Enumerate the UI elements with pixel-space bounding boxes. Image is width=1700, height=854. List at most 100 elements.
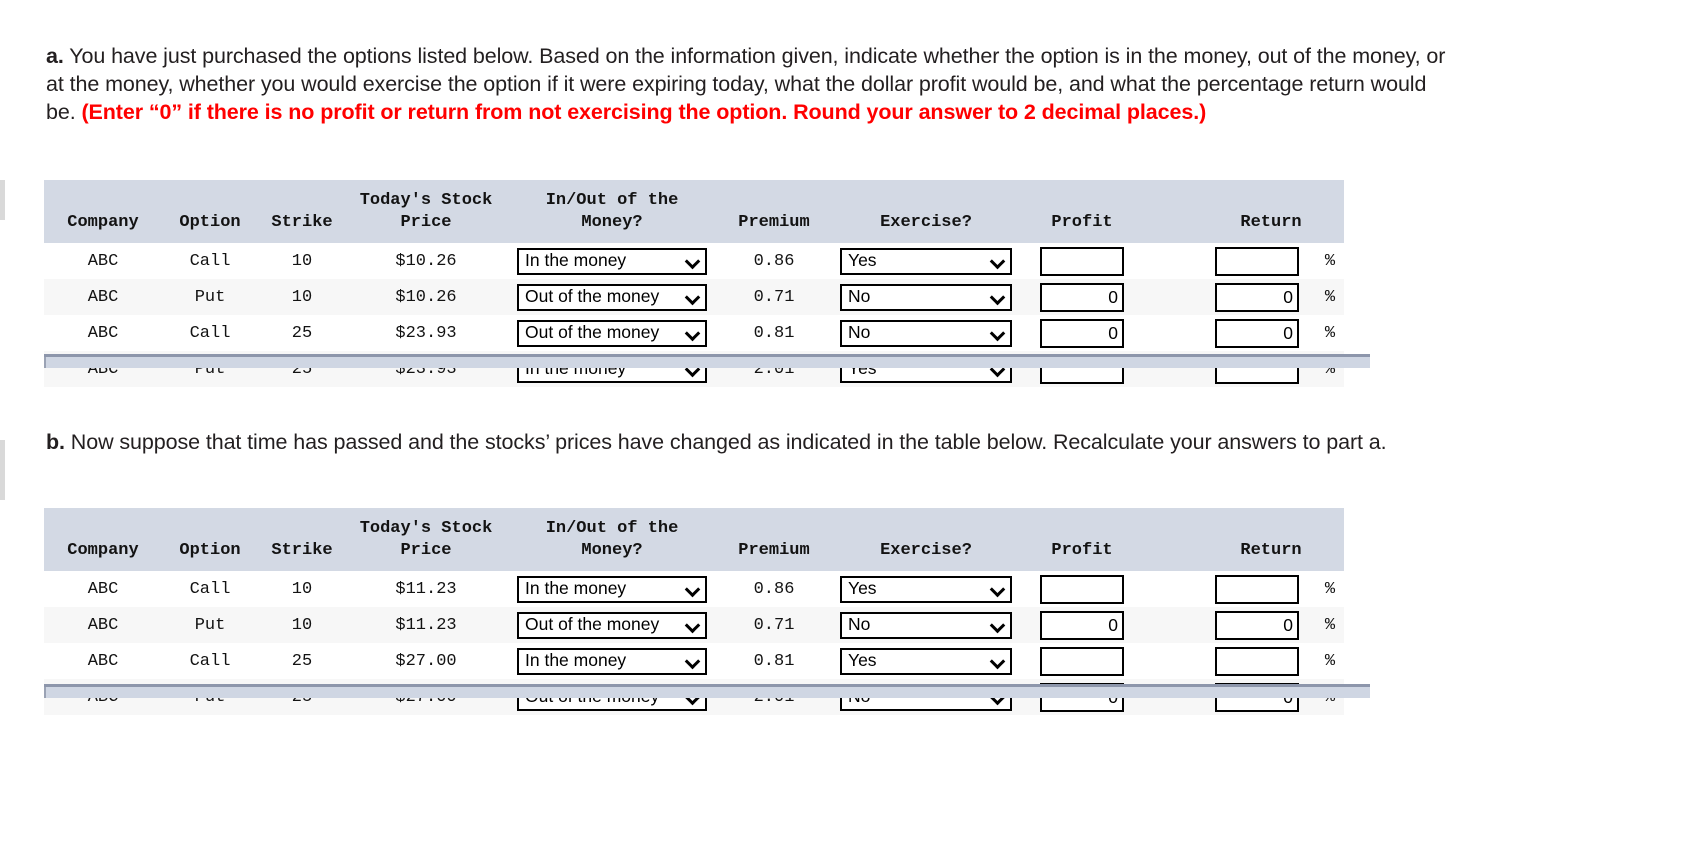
cell-exercise: No <box>830 315 1022 351</box>
cell-return: 0 <box>1198 279 1316 315</box>
cell-company: ABC <box>44 643 162 679</box>
header-profit: Profit <box>1022 180 1142 243</box>
question-a-emphasis: (Enter “0” if there is no profit or retu… <box>81 100 1207 124</box>
cell-strike: 25 <box>258 315 346 351</box>
return-input[interactable]: 0 <box>1215 282 1299 312</box>
cell-strike: 10 <box>258 571 346 607</box>
inout-select-value: Out of the money <box>525 616 660 634</box>
chevron-down-icon <box>686 656 700 666</box>
cell-option: Call <box>162 315 258 351</box>
cell-exercise: Yes <box>830 643 1022 679</box>
cell-in-out-money: In the money <box>506 643 718 679</box>
cell-spacer <box>1142 243 1198 279</box>
inout-select[interactable]: Out of the money <box>517 611 707 639</box>
inout-select-value: In the money <box>525 652 627 670</box>
exercise-select-value: No <box>848 616 871 634</box>
header-return: Return <box>1198 508 1344 571</box>
cell-return <box>1198 571 1316 607</box>
profit-input[interactable]: 0 <box>1040 610 1124 640</box>
table-row: ABC Call 10 $11.23 In the money 0.86 Yes <box>44 571 1344 607</box>
exercise-select[interactable]: Yes <box>840 247 1012 275</box>
return-input[interactable] <box>1215 246 1299 276</box>
percent-symbol: % <box>1316 643 1344 679</box>
header-inout-line1: In/Out of the <box>545 191 679 210</box>
inout-select-value: In the money <box>525 580 627 598</box>
inout-select[interactable]: In the money <box>517 247 707 275</box>
cell-strike: 10 <box>258 279 346 315</box>
table-a-horizontal-scrollbar[interactable] <box>44 354 1370 368</box>
exercise-select[interactable]: No <box>840 319 1012 347</box>
cell-spacer <box>1142 643 1198 679</box>
exercise-select-value: Yes <box>848 252 877 270</box>
table-a-header-row: Company Option Strike Today's Stock Pric… <box>44 180 1344 243</box>
cell-spacer <box>1142 607 1198 643</box>
cell-return: 0 <box>1198 315 1316 351</box>
cell-strike: 10 <box>258 607 346 643</box>
header-inout-line2: Money? <box>581 213 643 232</box>
cell-premium: 0.86 <box>718 243 830 279</box>
cell-todays-stock-price: $11.23 <box>346 607 506 643</box>
chevron-down-icon <box>991 620 1005 630</box>
profit-input[interactable]: 0 <box>1040 318 1124 348</box>
scrollbar-thumb[interactable] <box>44 687 50 698</box>
header-premium: Premium <box>718 180 830 243</box>
header-exercise: Exercise? <box>830 508 1022 571</box>
header-todays-stock-price: Today's Stock Price <box>346 180 506 243</box>
return-input[interactable]: 0 <box>1215 610 1299 640</box>
cell-spacer <box>1142 315 1198 351</box>
profit-input[interactable] <box>1040 246 1124 276</box>
cell-return <box>1198 643 1316 679</box>
exercise-select[interactable]: No <box>840 611 1012 639</box>
cell-profit <box>1022 643 1142 679</box>
cell-premium: 0.86 <box>718 571 830 607</box>
profit-input[interactable]: 0 <box>1040 282 1124 312</box>
profit-input[interactable] <box>1040 646 1124 676</box>
header-option: Option <box>162 508 258 571</box>
return-input[interactable] <box>1215 574 1299 604</box>
inout-select[interactable]: Out of the money <box>517 283 707 311</box>
return-input[interactable] <box>1215 646 1299 676</box>
chevron-down-icon <box>686 256 700 266</box>
return-input[interactable]: 0 <box>1215 318 1299 348</box>
header-exercise: Exercise? <box>830 180 1022 243</box>
cell-profit: 0 <box>1022 607 1142 643</box>
table-b-horizontal-scrollbar[interactable] <box>44 684 1370 698</box>
question-b-label: b. <box>46 430 65 454</box>
header-price-line2: Price <box>400 213 452 232</box>
cell-premium: 0.81 <box>718 315 830 351</box>
cell-return <box>1198 243 1316 279</box>
profit-input[interactable] <box>1040 574 1124 604</box>
worksheet-page: a. You have just purchased the options l… <box>0 0 1700 854</box>
inout-select[interactable]: In the money <box>517 575 707 603</box>
exercise-select-value: Yes <box>848 652 877 670</box>
header-spacer <box>1142 508 1198 571</box>
cell-spacer <box>1142 279 1198 315</box>
exercise-select[interactable]: Yes <box>840 575 1012 603</box>
header-inout-line1: In/Out of the <box>545 519 679 538</box>
question-b-prompt: b. Now suppose that time has passed and … <box>46 428 1446 456</box>
header-company: Company <box>44 508 162 571</box>
exercise-select[interactable]: No <box>840 283 1012 311</box>
cell-in-out-money: Out of the money <box>506 607 718 643</box>
cell-company: ABC <box>44 315 162 351</box>
header-in-out-of-the-money: In/Out of the Money? <box>506 180 718 243</box>
chevron-down-icon <box>686 584 700 594</box>
chevron-down-icon <box>686 620 700 630</box>
chevron-down-icon <box>991 328 1005 338</box>
cell-premium: 0.71 <box>718 279 830 315</box>
header-price-line2: Price <box>400 541 452 560</box>
cell-strike: 25 <box>258 643 346 679</box>
question-a-label: a. <box>46 44 64 68</box>
inout-select[interactable]: Out of the money <box>517 319 707 347</box>
table-row: ABC Call 10 $10.26 In the money 0.86 Yes <box>44 243 1344 279</box>
cell-exercise: No <box>830 279 1022 315</box>
inout-select-value: Out of the money <box>525 288 660 306</box>
scrollbar-thumb[interactable] <box>44 357 50 368</box>
header-price-line1: Today's Stock <box>359 191 493 210</box>
header-premium: Premium <box>718 508 830 571</box>
inout-select[interactable]: In the money <box>517 647 707 675</box>
header-spacer <box>1142 180 1198 243</box>
exercise-select[interactable]: Yes <box>840 647 1012 675</box>
cell-exercise: Yes <box>830 571 1022 607</box>
header-price-line1: Today's Stock <box>359 519 493 538</box>
